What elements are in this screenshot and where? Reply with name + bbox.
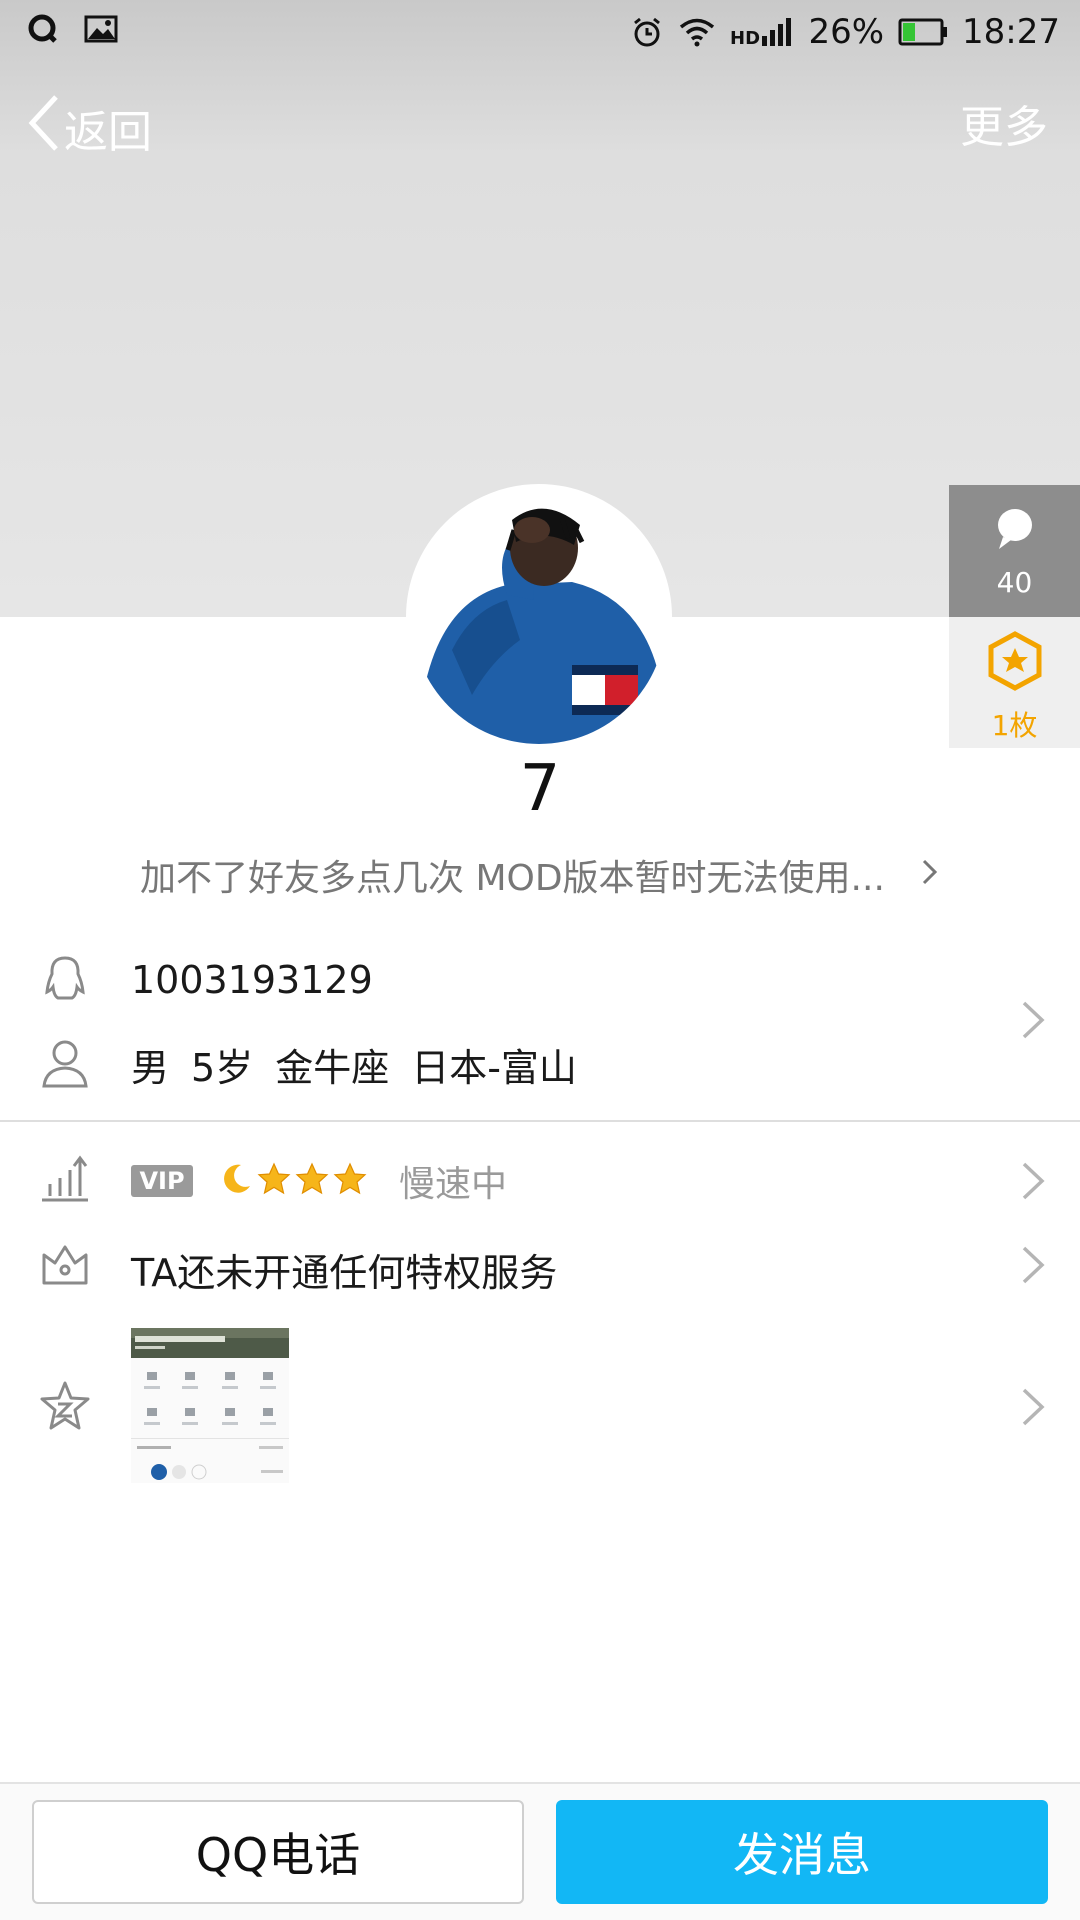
- zodiac: 金牛座: [275, 1046, 390, 1090]
- back-label: 返回: [64, 107, 152, 158]
- signature-row[interactable]: 加不了好友多点几次 MOD版本暂时无法使用...: [140, 845, 940, 905]
- qzone-star-icon: [38, 1380, 92, 1434]
- location: 日本-富山: [411, 1046, 577, 1090]
- back-button[interactable]: 返回: [26, 94, 152, 160]
- svg-text:HD: HD: [730, 28, 760, 48]
- star-icon: [333, 1162, 367, 1200]
- wifi-icon: [678, 17, 716, 47]
- chevron-right-icon: [920, 855, 940, 896]
- battery-percent: 26%: [808, 12, 885, 52]
- qq-number: 1003193129: [131, 958, 373, 1002]
- privilege-text: TA还未开通任何特权服务: [131, 1251, 558, 1295]
- signature-text: 加不了好友多点几次 MOD版本暂时无法使用...: [140, 858, 885, 899]
- level-chart-icon: [38, 1152, 92, 1206]
- person-icon: [38, 1036, 92, 1090]
- chevron-left-icon: [26, 93, 60, 164]
- level-icons: [219, 1162, 367, 1200]
- chevron-right-icon: [1018, 1384, 1048, 1430]
- vip-badge: VIP: [131, 1165, 193, 1197]
- status-bar: HD 26% 18:27: [0, 0, 1080, 64]
- like-bubble-icon: [995, 507, 1035, 558]
- nickname: 7: [519, 752, 561, 826]
- send-message-button[interactable]: 发消息: [556, 1800, 1048, 1904]
- star-icon: [295, 1162, 329, 1200]
- age: 5岁: [191, 1046, 254, 1090]
- divider: [0, 1120, 1080, 1122]
- qq-penguin-icon: [38, 952, 92, 1006]
- star-icon: [257, 1162, 291, 1200]
- chevron-right-icon: [1018, 1158, 1048, 1204]
- clock: 18:27: [962, 12, 1060, 52]
- chevron-right-icon: [1018, 997, 1048, 1043]
- hd-signal-icon: HD: [730, 16, 794, 48]
- likes-count: 40: [996, 566, 1033, 599]
- level-info: VIP 慢速中: [131, 1158, 508, 1205]
- nav-bar: 返回 更多: [0, 88, 1080, 168]
- qq-call-button[interactable]: QQ电话: [32, 1800, 524, 1904]
- avatar[interactable]: [406, 484, 672, 750]
- qzone-photo-thumbnail[interactable]: [131, 1328, 289, 1483]
- bottom-action-bar: QQ电话 发消息: [0, 1782, 1080, 1920]
- level-status: 慢速中: [399, 1164, 508, 1205]
- image-notification-icon: [84, 15, 118, 47]
- chevron-right-icon: [1018, 1242, 1048, 1288]
- moon-icon: [219, 1162, 253, 1200]
- medal-icon: [987, 631, 1043, 698]
- gender: 男: [131, 1046, 170, 1090]
- likes-counter[interactable]: 40: [949, 485, 1080, 617]
- qq-notification-icon: [28, 14, 58, 48]
- medal-counter[interactable]: 1枚: [949, 617, 1080, 748]
- alarm-icon: [630, 15, 664, 49]
- battery-icon: [898, 18, 948, 46]
- crown-icon: [38, 1237, 92, 1291]
- medal-count: 1枚: [991, 709, 1038, 742]
- profile-details: 男 5岁 金牛座 日本-富山: [131, 1037, 577, 1092]
- more-button[interactable]: 更多: [960, 96, 1048, 160]
